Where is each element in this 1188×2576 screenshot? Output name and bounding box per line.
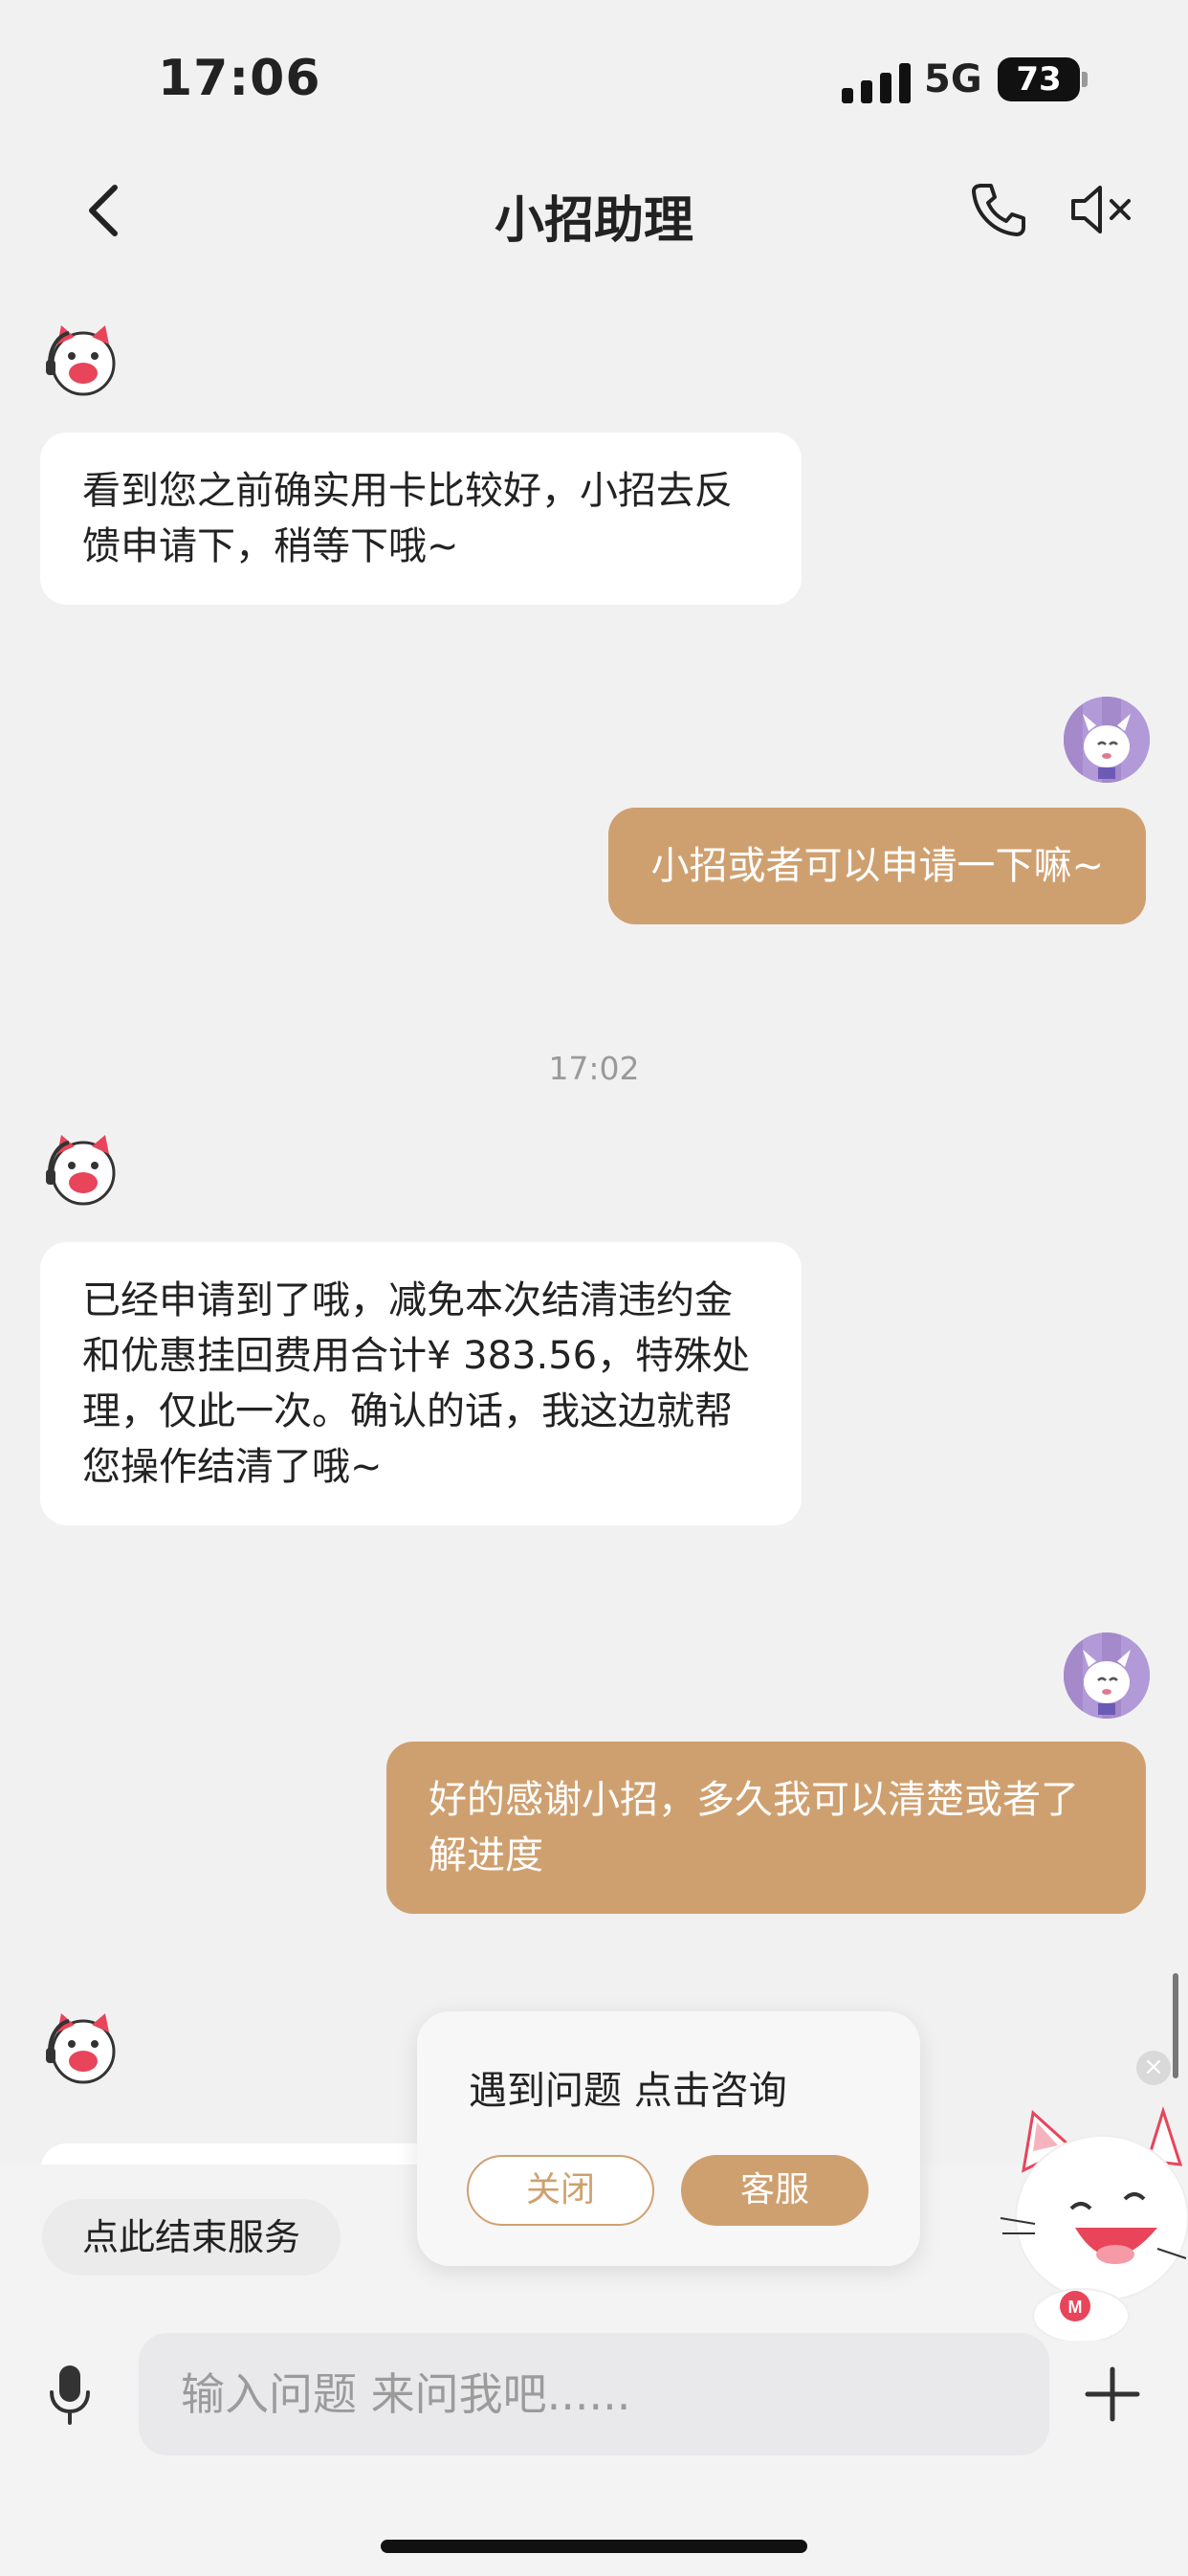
mascot-icon[interactable]: M [995,2094,1188,2341]
chat-message-bot: 已经申请到了哦，减免本次结清违约金和优惠挂回费用合计¥ 383.56，特殊处理，… [40,1242,802,1525]
phone-icon[interactable] [968,180,1027,239]
mascot-close-icon[interactable]: × [1136,2051,1171,2085]
nav-bar: 小招助理 [0,153,1188,268]
bot-avatar-icon [46,325,116,396]
network-type: 5G [924,57,982,101]
user-avatar-icon [1064,1632,1150,1719]
microphone-icon[interactable] [46,2362,94,2427]
home-indicator[interactable] [381,2540,807,2553]
speaker-mute-icon[interactable] [1069,180,1138,239]
bot-avatar-icon [46,2013,116,2084]
signal-strength-icon [842,63,911,103]
chat-message-bot: 看到您之前确实用卡比较好，小招去反馈申请下，稍等下哦~ [40,433,802,605]
bot-avatar-icon [46,1135,116,1206]
popup-service-button[interactable]: 客服 [681,2155,869,2226]
consult-popup: 遇到问题 点击咨询 关闭 客服 [417,2011,920,2266]
end-service-button[interactable]: 点此结束服务 [42,2199,341,2276]
question-input[interactable]: 输入问题 来问我吧...... [139,2333,1049,2455]
status-time: 17:06 [158,50,321,107]
popup-close-button[interactable]: 关闭 [467,2155,654,2226]
svg-text:M: M [1068,2298,1083,2317]
battery-indicator: 73 [998,57,1088,101]
popup-title: 遇到问题 点击咨询 [469,2069,787,2113]
chat-message-user: 小招或者可以申请一下嘛~ [608,808,1146,924]
chat-message-user: 好的感谢小招，多久我可以清楚或者了解进度 [386,1742,1146,1914]
status-bar: 17:06 5G 73 [0,0,1188,144]
scroll-indicator[interactable] [1173,1973,1178,2078]
plus-icon[interactable] [1084,2365,1141,2423]
chat-timestamp: 17:02 [548,1050,640,1087]
user-avatar-icon [1064,697,1150,783]
